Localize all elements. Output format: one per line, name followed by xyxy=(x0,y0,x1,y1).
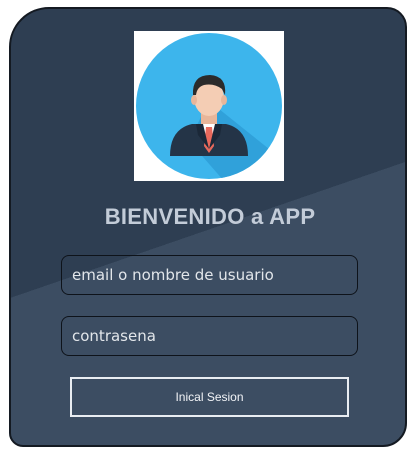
page-title: BIENVENIDO a APP xyxy=(104,204,316,229)
login-button[interactable]: Inical Sesion xyxy=(70,377,349,417)
username-input[interactable] xyxy=(61,255,358,295)
user-avatar-icon xyxy=(136,33,282,179)
avatar xyxy=(134,31,284,181)
password-input[interactable] xyxy=(61,316,358,356)
login-card: BIENVENIDO a APP Inical Sesion xyxy=(9,7,407,447)
